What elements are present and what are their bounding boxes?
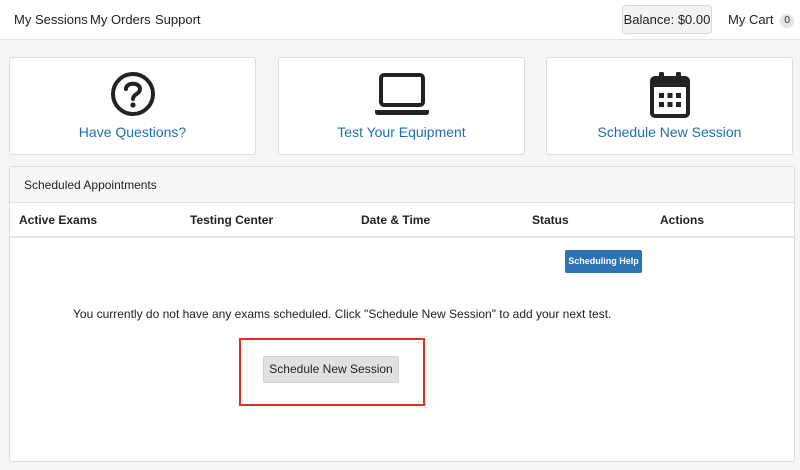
column-testing-center: Testing Center bbox=[190, 213, 274, 227]
schedule-new-session-button[interactable]: Schedule New Session bbox=[263, 356, 399, 383]
my-cart-link[interactable]: My Cart 0 bbox=[728, 12, 795, 28]
calendar-icon bbox=[547, 70, 792, 120]
cart-label: My Cart bbox=[728, 12, 774, 27]
test-equipment-card[interactable]: Test Your Equipment bbox=[278, 57, 525, 155]
question-circle-icon bbox=[10, 70, 255, 120]
test-equipment-label: Test Your Equipment bbox=[337, 124, 466, 140]
have-questions-card[interactable]: Have Questions? bbox=[9, 57, 256, 155]
nav-my-sessions[interactable]: My Sessions bbox=[14, 12, 88, 27]
schedule-session-label: Schedule New Session bbox=[597, 124, 742, 140]
balance-display: Balance: $0.00 bbox=[622, 5, 712, 34]
schedule-session-card[interactable]: Schedule New Session bbox=[546, 57, 793, 155]
panel-header: Scheduled Appointments bbox=[10, 167, 794, 203]
panel-title: Scheduled Appointments bbox=[24, 178, 157, 192]
nav-support[interactable]: Support bbox=[155, 12, 201, 27]
appointments-table-header: Active Exams Testing Center Date & Time … bbox=[10, 204, 794, 238]
scheduled-appointments-panel: Scheduled Appointments Active Exams Test… bbox=[9, 166, 795, 462]
column-active-exams: Active Exams bbox=[19, 213, 98, 227]
scheduling-help-button[interactable]: Scheduling Help bbox=[565, 250, 642, 273]
column-status: Status bbox=[532, 213, 569, 227]
laptop-icon bbox=[279, 70, 524, 120]
have-questions-label: Have Questions? bbox=[78, 124, 187, 140]
column-actions: Actions bbox=[660, 213, 705, 227]
nav-my-orders[interactable]: My Orders bbox=[90, 12, 151, 27]
column-date-time: Date & Time bbox=[361, 213, 431, 227]
top-navigation-bar: My Sessions My Orders Support Balance: $… bbox=[0, 0, 800, 40]
cart-count-badge: 0 bbox=[780, 14, 795, 28]
no-exams-message: You currently do not have any exams sche… bbox=[73, 307, 612, 321]
